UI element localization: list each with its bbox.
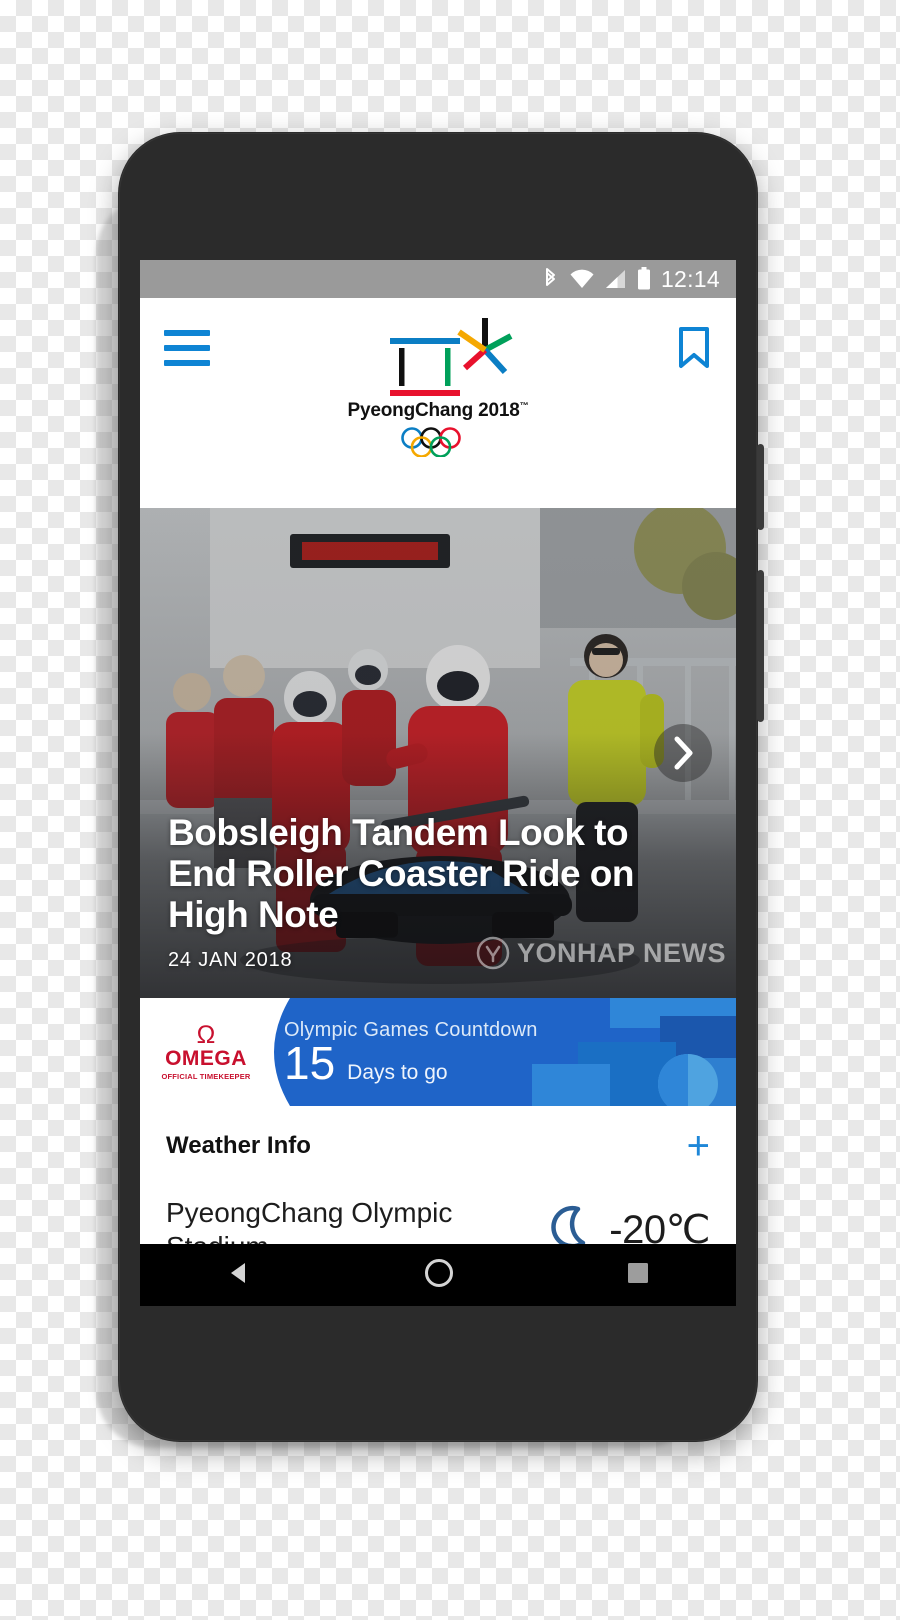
square-recents-icon[interactable] [626,1261,650,1290]
chevron-right-icon [674,736,693,770]
omega-role: OFFICIAL TIMEKEEPER [161,1071,251,1081]
pyeongchang-logo-mark [363,316,513,398]
weather-header: Weather Info + [140,1106,736,1180]
status-bar-clock: 12:14 [660,265,720,292]
olympic-rings-icon [399,427,477,462]
phone-screen: 12:14 PyeongChang 2018™ YONHAP NEWS Bobs… [140,260,736,1306]
cellular-signal-icon [605,268,627,290]
pyeongchang-logo: PyeongChang 2018™ [140,316,736,462]
triangle-back-icon[interactable] [226,1260,252,1291]
power-button[interactable] [757,444,764,530]
countdown-unit: Days to go [347,1060,448,1084]
countdown-text: Olympic Games Countdown 15 Days to go [272,1019,538,1086]
logo-wordmark: PyeongChang 2018™ [348,400,529,422]
status-bar: 12:14 [140,260,736,298]
battery-icon [637,267,651,291]
phone-device-frame: 12:14 PyeongChang 2018™ YONHAP NEWS Bobs… [118,132,764,1442]
logo-wordmark-text: PyeongChang 2018 [347,400,520,421]
olympic-countdown-banner[interactable]: Ω OMEGA OFFICIAL TIMEKEEPER Olympic Game… [140,998,736,1106]
hero-text-block: Bobsleigh Tandem Look to End Roller Coas… [168,812,666,972]
app-bar: PyeongChang 2018™ [140,298,736,508]
weather-section-title: Weather Info [166,1132,311,1159]
countdown-value-row: 15 Days to go [284,1040,538,1086]
plus-icon[interactable]: + [687,1126,710,1166]
carousel-next-button[interactable] [654,724,712,782]
logo-trademark: ™ [519,400,529,411]
volume-button[interactable] [757,570,764,722]
wifi-icon [569,268,595,290]
hero-date: 24 JAN 2018 [168,949,293,971]
hero-headline: Bobsleigh Tandem Look to End Roller Coas… [168,811,635,935]
countdown-days: 15 [284,1036,336,1089]
bluetooth-icon [542,267,559,291]
hero-article-card[interactable]: YONHAP NEWS Bobsleigh Tandem Look to End… [140,508,736,998]
omega-sponsor-logo: Ω OMEGA OFFICIAL TIMEKEEPER [140,998,272,1106]
omega-symbol: Ω [196,1021,216,1050]
omega-wordmark: OMEGA [165,1047,247,1071]
circle-home-icon[interactable] [423,1257,455,1294]
weather-section: Weather Info + PyeongChang Olympic Stadi… [140,1106,736,1265]
android-navigation-bar [140,1244,736,1306]
